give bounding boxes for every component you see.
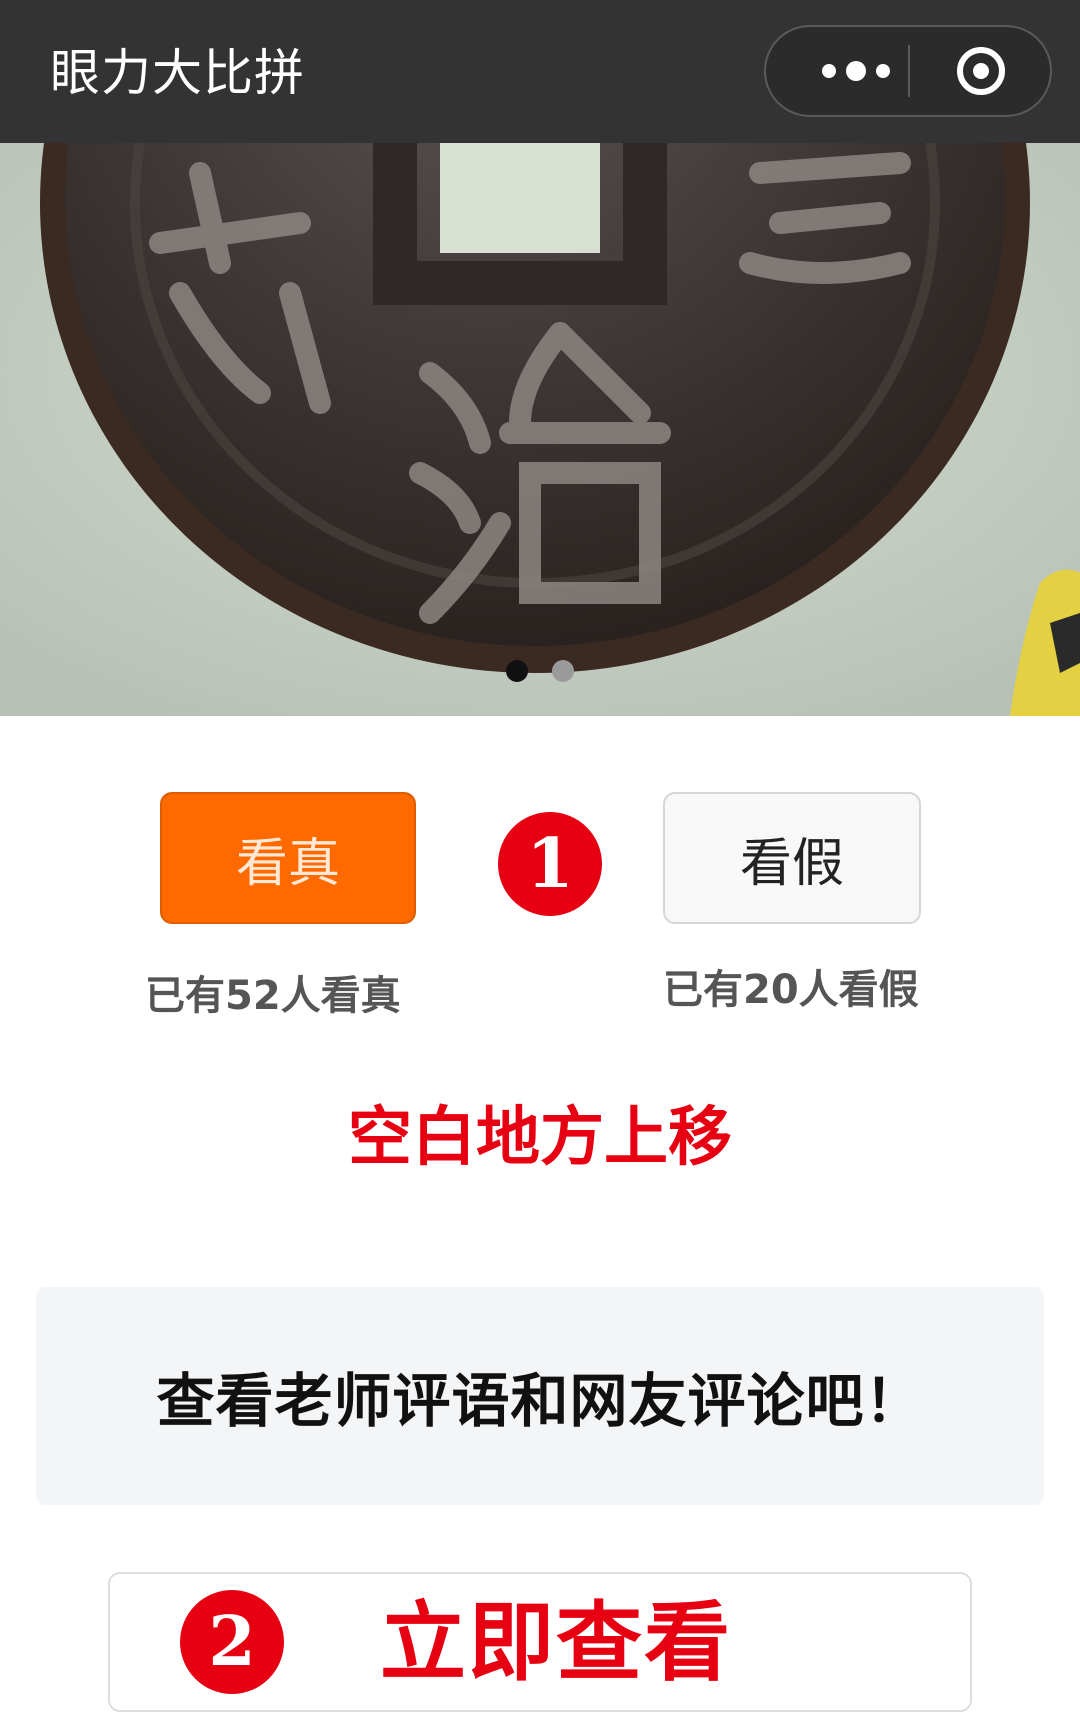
annotation-hint: 空白地方上移: [348, 1101, 732, 1175]
vote-false-button[interactable]: 看假: [663, 792, 921, 924]
mini-program-capsule: [764, 25, 1052, 117]
carousel-dot-active[interactable]: [506, 660, 528, 682]
true-vote-count: 已有52人看真: [145, 973, 401, 1019]
view-now-button[interactable]: 2 立即查看: [108, 1572, 972, 1712]
comments-prompt-text: 查看老师评语和网友评论吧！: [156, 1367, 924, 1435]
more-dots-icon[interactable]: [806, 27, 906, 115]
vote-true-button[interactable]: 看真: [160, 792, 416, 924]
coin-image: [0, 143, 1080, 716]
coin-photo[interactable]: [0, 143, 1080, 716]
page-title: 眼力大比拼: [50, 44, 305, 102]
annotation-badge-1: 1: [498, 812, 602, 916]
target-circle-icon[interactable]: [957, 47, 1005, 95]
carousel-indicator: [0, 660, 1080, 682]
carousel-dot[interactable]: [552, 660, 574, 682]
navigation-bar: 眼力大比拼: [0, 0, 1080, 143]
annotation-badge-2: 2: [180, 1590, 284, 1694]
view-now-label: 立即查看: [380, 1593, 732, 1693]
false-vote-count: 已有20人看假: [663, 967, 919, 1013]
capsule-divider: [908, 45, 910, 97]
comments-prompt-box: 查看老师评语和网友评论吧！: [36, 1287, 1044, 1505]
